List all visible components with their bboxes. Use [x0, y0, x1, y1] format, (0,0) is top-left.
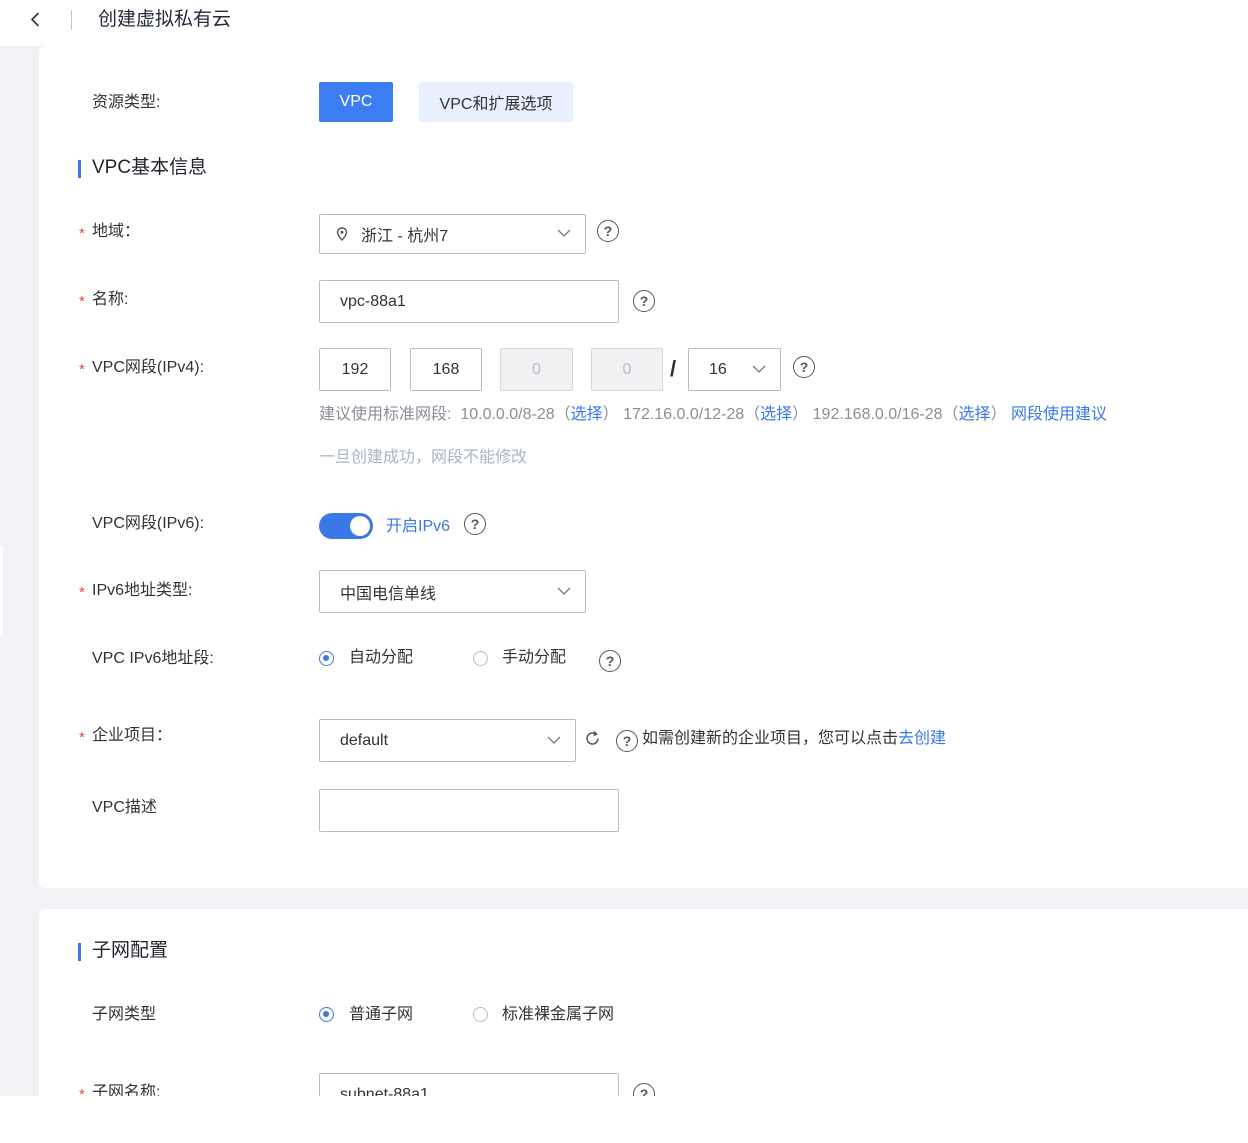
name-value: vpc-88a1 — [340, 292, 406, 310]
ipv6-segment-help-icon[interactable]: ? — [599, 650, 621, 672]
ipv4-octet-4-input: 0 — [591, 348, 663, 391]
back-button[interactable] — [24, 8, 48, 32]
description-input[interactable] — [319, 789, 619, 832]
header-divider — [71, 10, 72, 30]
required-mark: * — [79, 361, 85, 378]
required-mark: * — [79, 293, 85, 310]
ipv6-auto-radio[interactable] — [319, 651, 334, 666]
paren-close: ） — [602, 406, 619, 423]
ipv4-mask-select[interactable]: 16 — [688, 348, 781, 391]
description-label: VPC描述 — [92, 799, 157, 816]
subnet-normal-label[interactable]: 普通子网 — [349, 1005, 413, 1025]
bottom-blank-area — [0, 1096, 1248, 1143]
ipv4-warning: 一旦创建成功，网段不能修改 — [319, 449, 528, 466]
select-range-1-link[interactable]: 选择 — [571, 406, 603, 423]
refresh-icon[interactable] — [584, 730, 601, 747]
resource-type-vpc-button[interactable]: VPC — [319, 82, 393, 122]
ipv6-label: VPC网段(IPv6): — [92, 515, 205, 532]
suggestion-prefix: 建议使用标准网段: — [319, 406, 452, 423]
region-select[interactable]: 浙江 - 杭州7 — [319, 214, 586, 254]
subnet-baremetal-radio[interactable] — [473, 1007, 488, 1022]
enterprise-label: 企业项目： — [92, 727, 173, 744]
paren-open: （ — [942, 406, 959, 423]
ipv6-auto-label[interactable]: 自动分配 — [349, 648, 413, 668]
select-range-3-link[interactable]: 选择 — [959, 406, 991, 423]
section-marker — [78, 160, 81, 178]
subnet-section-title: 子网配置 — [92, 940, 169, 961]
ipv6-toggle-text: 开启IPv6 — [386, 518, 451, 535]
required-mark: * — [79, 729, 85, 746]
ipv4-octet-4-value: 0 — [622, 360, 632, 378]
enterprise-hint: 如需创建新的企业项目，您可以点击去创建 — [642, 729, 946, 749]
left-edge-strip — [0, 546, 3, 636]
ipv6-segment-label: VPC IPv6地址段: — [92, 650, 214, 667]
ipv6-type-select[interactable]: 中国电信单线 — [319, 570, 586, 613]
ipv4-octet-3-value: 0 — [532, 360, 541, 378]
region-help-icon[interactable]: ? — [597, 220, 619, 242]
paren-close: ） — [792, 406, 809, 423]
ipv4-octet-2-input[interactable]: 168 — [410, 348, 482, 391]
subnet-type-label: 子网类型 — [92, 1006, 157, 1023]
required-mark: * — [79, 584, 85, 601]
ipv6-manual-radio[interactable] — [473, 651, 488, 666]
resource-type-vpc-extended-button[interactable]: VPC和扩展选项 — [419, 82, 573, 122]
name-label: 名称: — [92, 291, 129, 308]
ipv4-octet-1-input[interactable]: 192 — [319, 348, 391, 391]
mask-separator: / — [670, 356, 677, 381]
ipv4-octet-1-value: 192 — [341, 360, 369, 378]
vpc-section-title: VPC基本信息 — [92, 157, 208, 178]
select-range-2-link[interactable]: 选择 — [760, 406, 792, 423]
ipv4-octet-3-input: 0 — [500, 348, 573, 391]
create-enterprise-link[interactable]: 去创建 — [898, 730, 946, 747]
name-help-icon[interactable]: ? — [633, 290, 655, 312]
subnet-card — [39, 909, 1248, 1096]
region-label: 地域： — [92, 223, 141, 240]
resource-type-label: 资源类型: — [92, 94, 161, 111]
chevron-down-icon — [547, 736, 561, 744]
ipv4-label: VPC网段(IPv4): — [92, 359, 205, 376]
toggle-knob — [350, 516, 370, 536]
suggested-range-2: 172.16.0.0/12-28 — [623, 406, 745, 423]
enterprise-help-icon[interactable]: ? — [616, 730, 638, 752]
page-title: 创建虚拟私有云 — [98, 9, 232, 30]
location-pin-icon — [336, 227, 348, 241]
chevron-down-icon — [752, 365, 766, 373]
chevron-down-icon — [557, 587, 571, 595]
ipv6-help-icon[interactable]: ? — [464, 513, 486, 535]
ipv4-octet-2-value: 168 — [432, 360, 460, 378]
paren-open: （ — [744, 406, 761, 423]
cidr-advice-link[interactable]: 网段使用建议 — [1011, 406, 1107, 423]
subnet-baremetal-label[interactable]: 标准裸金属子网 — [502, 1005, 614, 1025]
required-mark: * — [79, 225, 85, 242]
ipv6-type-label: IPv6地址类型: — [92, 582, 193, 599]
vpc-card — [39, 46, 1248, 888]
ipv6-type-value: 中国电信单线 — [340, 585, 437, 603]
ipv4-mask-value: 16 — [709, 360, 727, 378]
chevron-down-icon — [557, 229, 571, 237]
chevron-left-icon — [30, 12, 40, 27]
paren-close: ） — [990, 406, 1007, 423]
ipv4-suggestion: 建议使用标准网段: 10.0.0.0/8-28（选择） 172.16.0.0/1… — [319, 405, 1107, 425]
enterprise-value: default — [340, 731, 389, 749]
subnet-normal-radio[interactable] — [319, 1007, 334, 1022]
suggested-range-3: 192.168.0.0/16-28 — [812, 406, 943, 423]
name-input[interactable]: vpc-88a1 — [319, 280, 619, 323]
ipv4-help-icon[interactable]: ? — [793, 356, 815, 378]
suggested-range-1: 10.0.0.0/8-28 — [460, 406, 555, 423]
section-marker — [78, 943, 81, 961]
ipv6-toggle[interactable] — [319, 513, 373, 539]
paren-open: （ — [554, 406, 571, 423]
enterprise-select[interactable]: default — [319, 719, 576, 762]
ipv6-manual-label[interactable]: 手动分配 — [502, 648, 566, 668]
enterprise-hint-text: 如需创建新的企业项目，您可以点击 — [642, 730, 899, 747]
